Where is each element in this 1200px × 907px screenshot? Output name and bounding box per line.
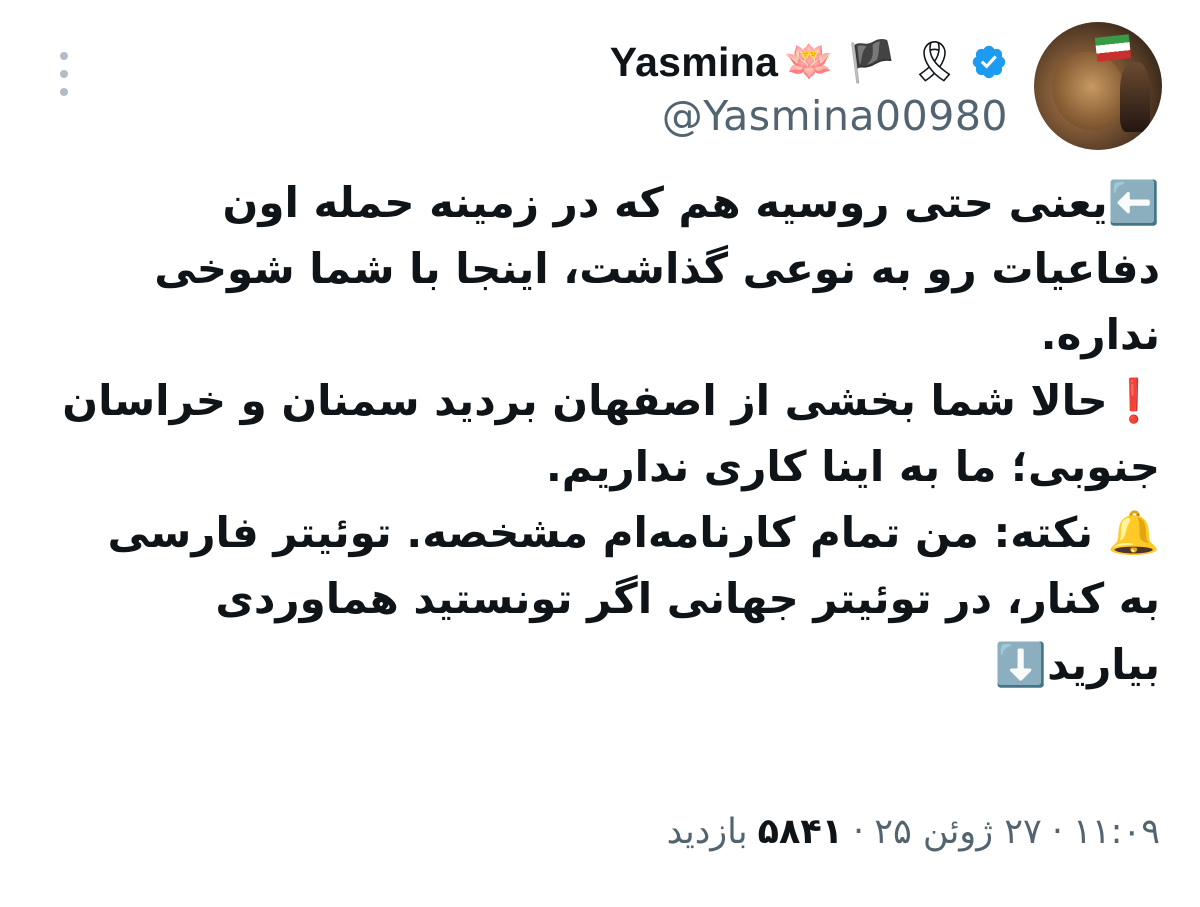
avatar-figure-shape bbox=[1120, 62, 1150, 132]
tweet-header: Yasmina 🪷 🏴 🎗 @Yasmina00980 bbox=[610, 22, 1162, 150]
meta-separator: · bbox=[1051, 812, 1063, 852]
more-dot bbox=[60, 52, 68, 60]
verified-badge-icon[interactable] bbox=[970, 43, 1008, 81]
tweet-time[interactable]: ۱۱:۰۹ bbox=[1073, 812, 1160, 852]
tweet-paragraph: ❗️حالا شما بخشی از اصفهان بردید سمنان و … bbox=[62, 376, 1160, 491]
author-display-name[interactable]: Yasmina bbox=[610, 39, 778, 86]
views-count: ۵۸۴۱ bbox=[757, 812, 844, 852]
more-dot bbox=[60, 70, 68, 78]
more-dot bbox=[60, 88, 68, 96]
more-options-button[interactable] bbox=[48, 52, 80, 96]
tweet-paragraph: ⬅️یعنی حتی روسیه هم که در زمینه حمله اون… bbox=[154, 178, 1160, 359]
avatar-flag-shape bbox=[1094, 34, 1132, 62]
avatar[interactable] bbox=[1034, 22, 1162, 150]
tweet-text: ⬅️یعنی حتی روسیه هم که در زمینه حمله اون… bbox=[60, 170, 1160, 698]
tweet-meta: ۱۱:۰۹ · ۲۷ ژوئن ۲۵ · ۵۸۴۱ بازدید bbox=[667, 812, 1160, 852]
author-handle[interactable]: @Yasmina00980 bbox=[610, 92, 1008, 140]
tweet-date[interactable]: ۲۷ ژوئن ۲۵ bbox=[874, 812, 1042, 852]
avatar-lion-shape bbox=[1052, 52, 1124, 130]
display-name-row: Yasmina 🪷 🏴 🎗 bbox=[610, 32, 1008, 92]
meta-separator: · bbox=[853, 812, 865, 852]
author-names: Yasmina 🪷 🏴 🎗 @Yasmina00980 bbox=[610, 32, 1008, 141]
name-emojis: 🪷 🏴 🎗 bbox=[784, 39, 960, 85]
views-label: بازدید bbox=[666, 812, 748, 852]
tweet-paragraph: 🔔 نکته: من تمام کارنامه‌ام مشخصه. توئیتر… bbox=[107, 508, 1160, 689]
